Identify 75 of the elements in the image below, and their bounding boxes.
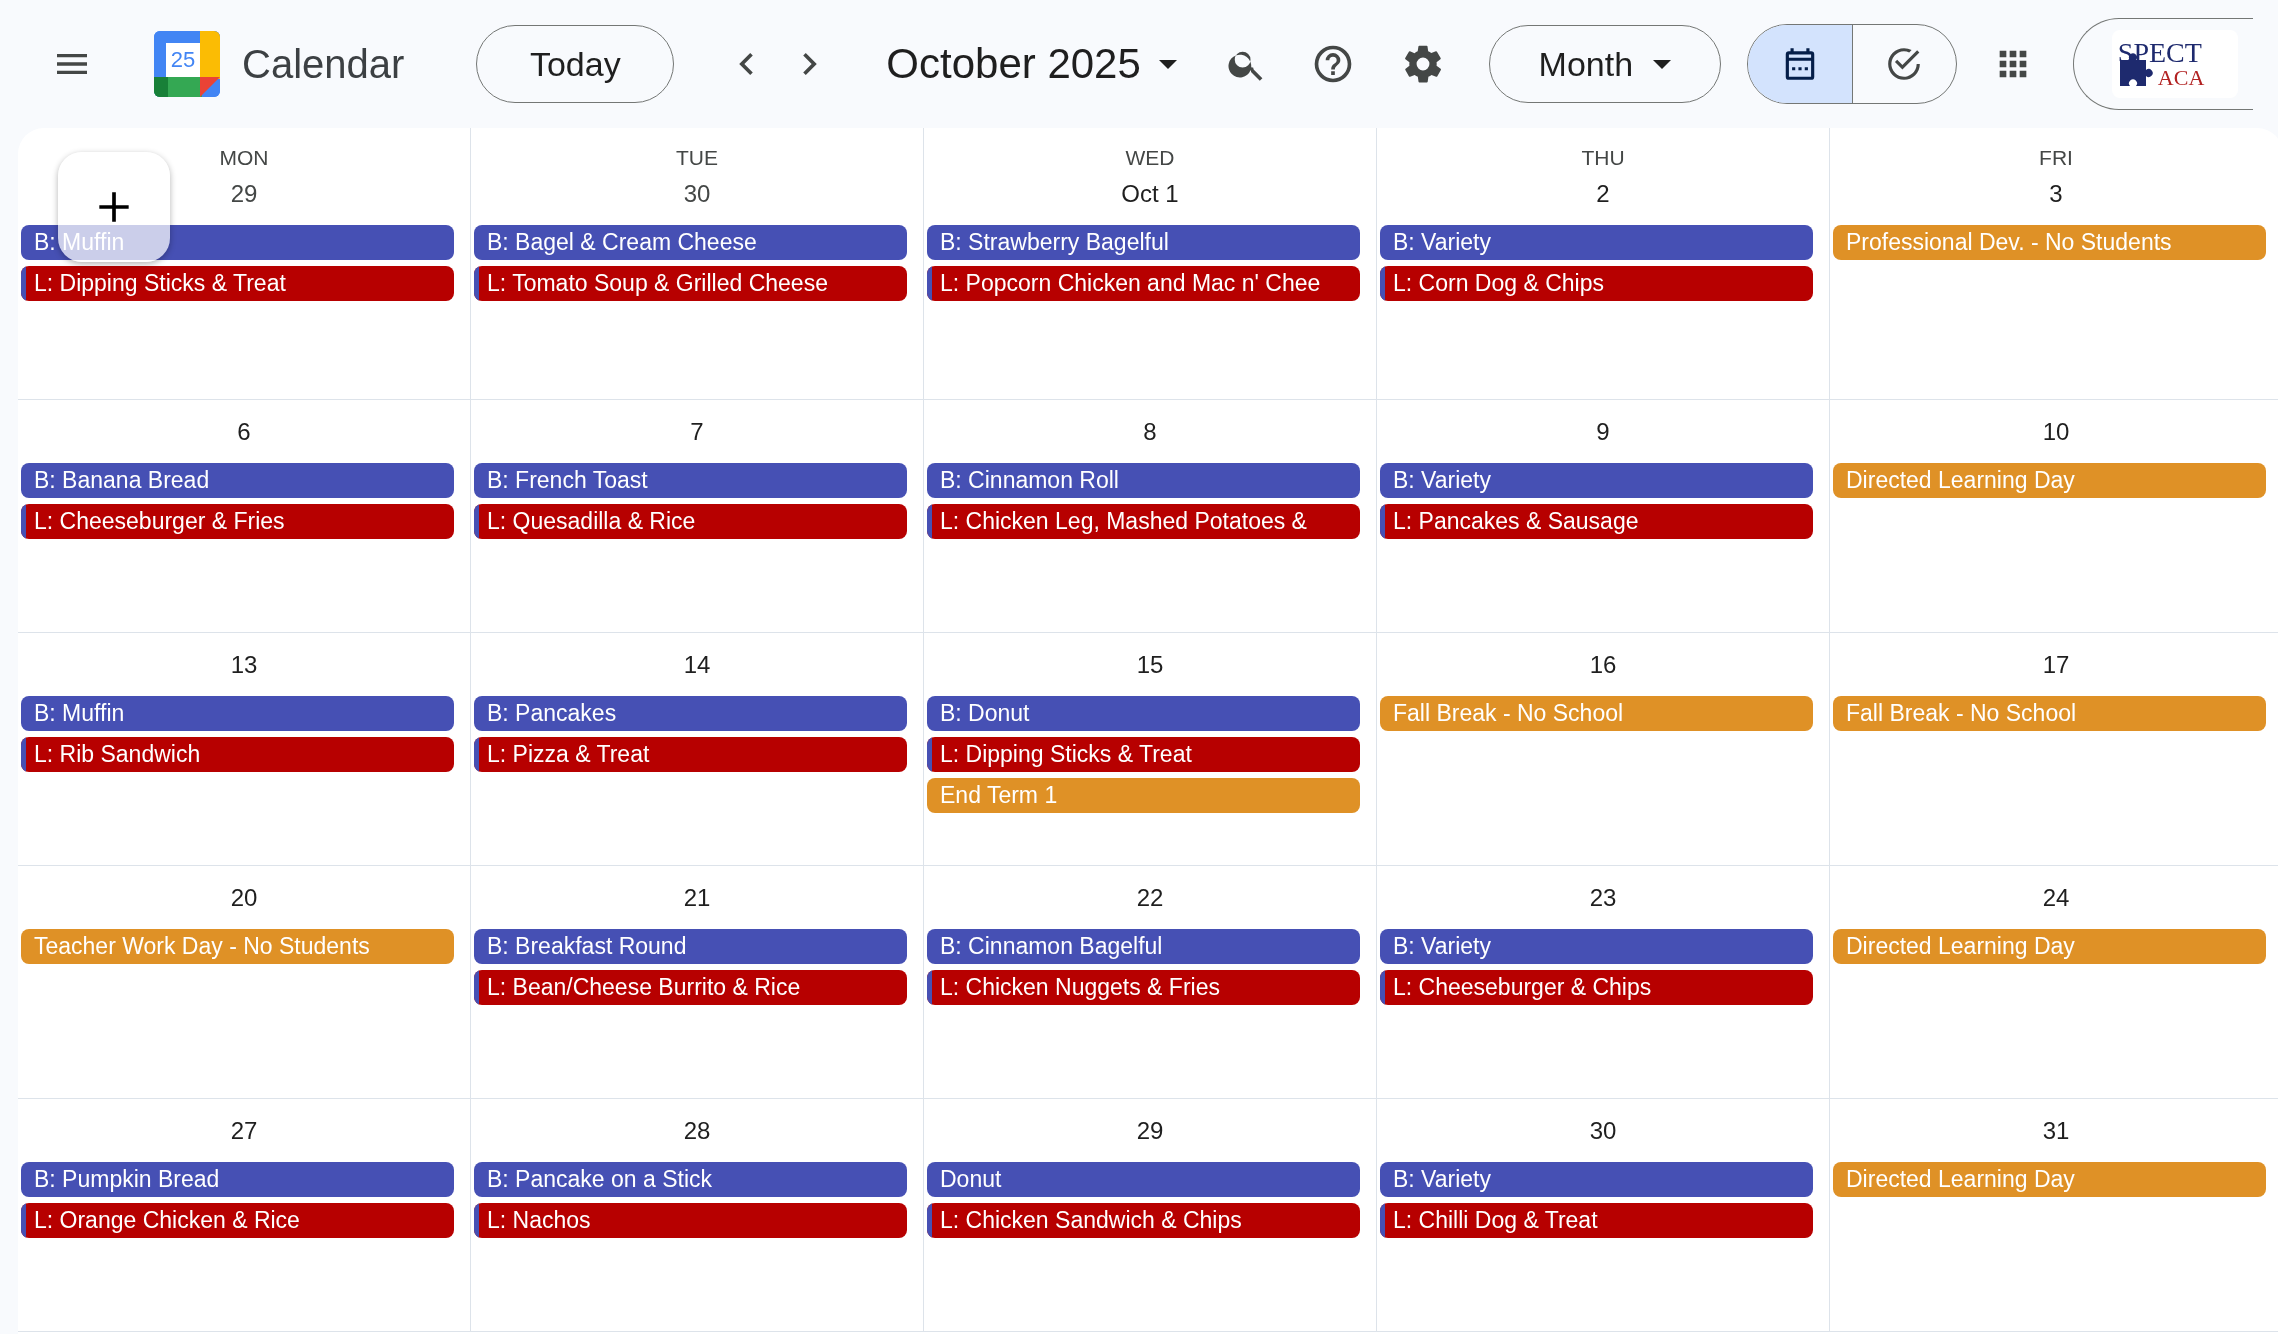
logo-day: 25 bbox=[166, 43, 200, 77]
event-chip[interactable]: L: Corn Dog & Chips bbox=[1380, 266, 1813, 301]
event-chip[interactable]: B: Donut bbox=[927, 696, 1360, 731]
app-title: Calendar bbox=[242, 41, 405, 87]
event-chip[interactable]: B: Banana Bread bbox=[21, 463, 454, 498]
event-chip[interactable]: L: Cheeseburger & Fries bbox=[21, 504, 454, 539]
event-chip[interactable]: L: Tomato Soup & Grilled Cheese bbox=[474, 266, 907, 301]
calendar-view-button[interactable] bbox=[1747, 25, 1852, 103]
chevron-right-icon bbox=[803, 53, 818, 75]
logo-text: ACA bbox=[2157, 67, 2206, 89]
date-number[interactable]: 30 bbox=[1589, 1113, 1617, 1149]
event-chip[interactable]: L: Orange Chicken & Rice bbox=[21, 1203, 454, 1238]
date-number[interactable]: 30 bbox=[683, 176, 711, 212]
event-chip[interactable]: L: Chicken Leg, Mashed Potatoes & bbox=[927, 504, 1360, 539]
event-chip[interactable]: L: Dipping Sticks & Treat bbox=[21, 266, 454, 301]
event-chip[interactable]: B: Pancakes bbox=[474, 696, 907, 731]
event-chip[interactable]: L: Pancakes & Sausage bbox=[1380, 504, 1813, 539]
date-number[interactable]: 27 bbox=[230, 1113, 258, 1149]
date-number[interactable]: 17 bbox=[2042, 647, 2070, 683]
month-picker[interactable]: October 2025 bbox=[886, 40, 1177, 88]
date-number[interactable]: 31 bbox=[2042, 1113, 2070, 1149]
event-chip[interactable]: B: Cinnamon Roll bbox=[927, 463, 1360, 498]
date-number[interactable]: 14 bbox=[683, 647, 711, 683]
date-number[interactable]: 21 bbox=[683, 880, 711, 916]
event-chip[interactable]: L: Rib Sandwich bbox=[21, 737, 454, 772]
date-number[interactable]: 6 bbox=[237, 414, 251, 450]
event-chip[interactable]: Donut bbox=[927, 1162, 1360, 1197]
event-chip[interactable]: L: Dipping Sticks & Treat bbox=[927, 737, 1360, 772]
date-number[interactable]: 2 bbox=[1596, 176, 1610, 212]
date-number[interactable]: Oct 1 bbox=[1121, 176, 1179, 212]
event-chip[interactable]: B: Strawberry Bagelful bbox=[927, 225, 1360, 260]
event-chip[interactable]: B: Breakfast Round bbox=[474, 929, 907, 964]
weekday-label: FRI bbox=[2039, 145, 2073, 171]
event-chip[interactable]: B: Pumpkin Bread bbox=[21, 1162, 454, 1197]
date-number[interactable]: 28 bbox=[683, 1113, 711, 1149]
event-chip[interactable]: L: Nachos bbox=[474, 1203, 907, 1238]
caret-icon bbox=[1653, 59, 1672, 69]
event-chip[interactable]: L: Popcorn Chicken and Mac n' Chee bbox=[927, 266, 1360, 301]
date-number[interactable]: 16 bbox=[1589, 647, 1617, 683]
event-chip[interactable]: L: Chilli Dog & Treat bbox=[1380, 1203, 1813, 1238]
date-number[interactable]: 29 bbox=[1136, 1113, 1164, 1149]
weekday-label: MON bbox=[219, 145, 269, 171]
date-number[interactable]: 29 bbox=[230, 176, 258, 212]
event-chip[interactable]: L: Chicken Sandwich & Chips bbox=[927, 1203, 1360, 1238]
date-number[interactable]: 22 bbox=[1136, 880, 1164, 916]
event-chip[interactable]: B: Pancake on a Stick bbox=[474, 1162, 907, 1197]
chevron-left-icon bbox=[739, 53, 754, 75]
date-number[interactable]: 23 bbox=[1589, 880, 1617, 916]
event-chip[interactable]: B: Variety bbox=[1380, 463, 1813, 498]
event-chip[interactable]: B: Variety bbox=[1380, 225, 1813, 260]
date-number[interactable]: 9 bbox=[1596, 414, 1610, 450]
event-chip[interactable]: B: Variety bbox=[1380, 1162, 1813, 1197]
date-number[interactable]: 8 bbox=[1143, 414, 1157, 450]
event-chip[interactable]: L: Cheeseburger & Chips bbox=[1380, 970, 1813, 1005]
event-chip[interactable]: B: Muffin bbox=[21, 696, 454, 731]
weekday-label: TUE bbox=[676, 145, 718, 171]
date-number[interactable]: 15 bbox=[1136, 647, 1164, 683]
date-number[interactable]: 10 bbox=[2042, 414, 2070, 450]
caret-icon bbox=[1158, 59, 1177, 69]
event-chip[interactable]: B: Bagel & Cream Cheese bbox=[474, 225, 907, 260]
date-number[interactable]: 13 bbox=[230, 647, 258, 683]
event-chip[interactable]: L: Pizza & Treat bbox=[474, 737, 907, 772]
event-chip[interactable]: B: Cinnamon Bagelful bbox=[927, 929, 1360, 964]
weekday-label: THU bbox=[1581, 145, 1625, 171]
date-number[interactable]: 3 bbox=[2049, 176, 2063, 212]
event-chip[interactable]: L: Quesadilla & Rice bbox=[474, 504, 907, 539]
date-number[interactable]: 24 bbox=[2042, 880, 2070, 916]
event-chip[interactable]: L: Chicken Nuggets & Fries bbox=[927, 970, 1360, 1005]
date-number[interactable]: 20 bbox=[230, 880, 258, 916]
weekday-label: WED bbox=[1125, 145, 1175, 171]
create-button[interactable] bbox=[58, 152, 170, 262]
event-chip[interactable]: B: French Toast bbox=[474, 463, 907, 498]
event-chip[interactable]: L: Bean/Cheese Burrito & Rice bbox=[474, 970, 907, 1005]
event-chip[interactable]: B: Variety bbox=[1380, 929, 1813, 964]
date-number[interactable]: 7 bbox=[690, 414, 704, 450]
